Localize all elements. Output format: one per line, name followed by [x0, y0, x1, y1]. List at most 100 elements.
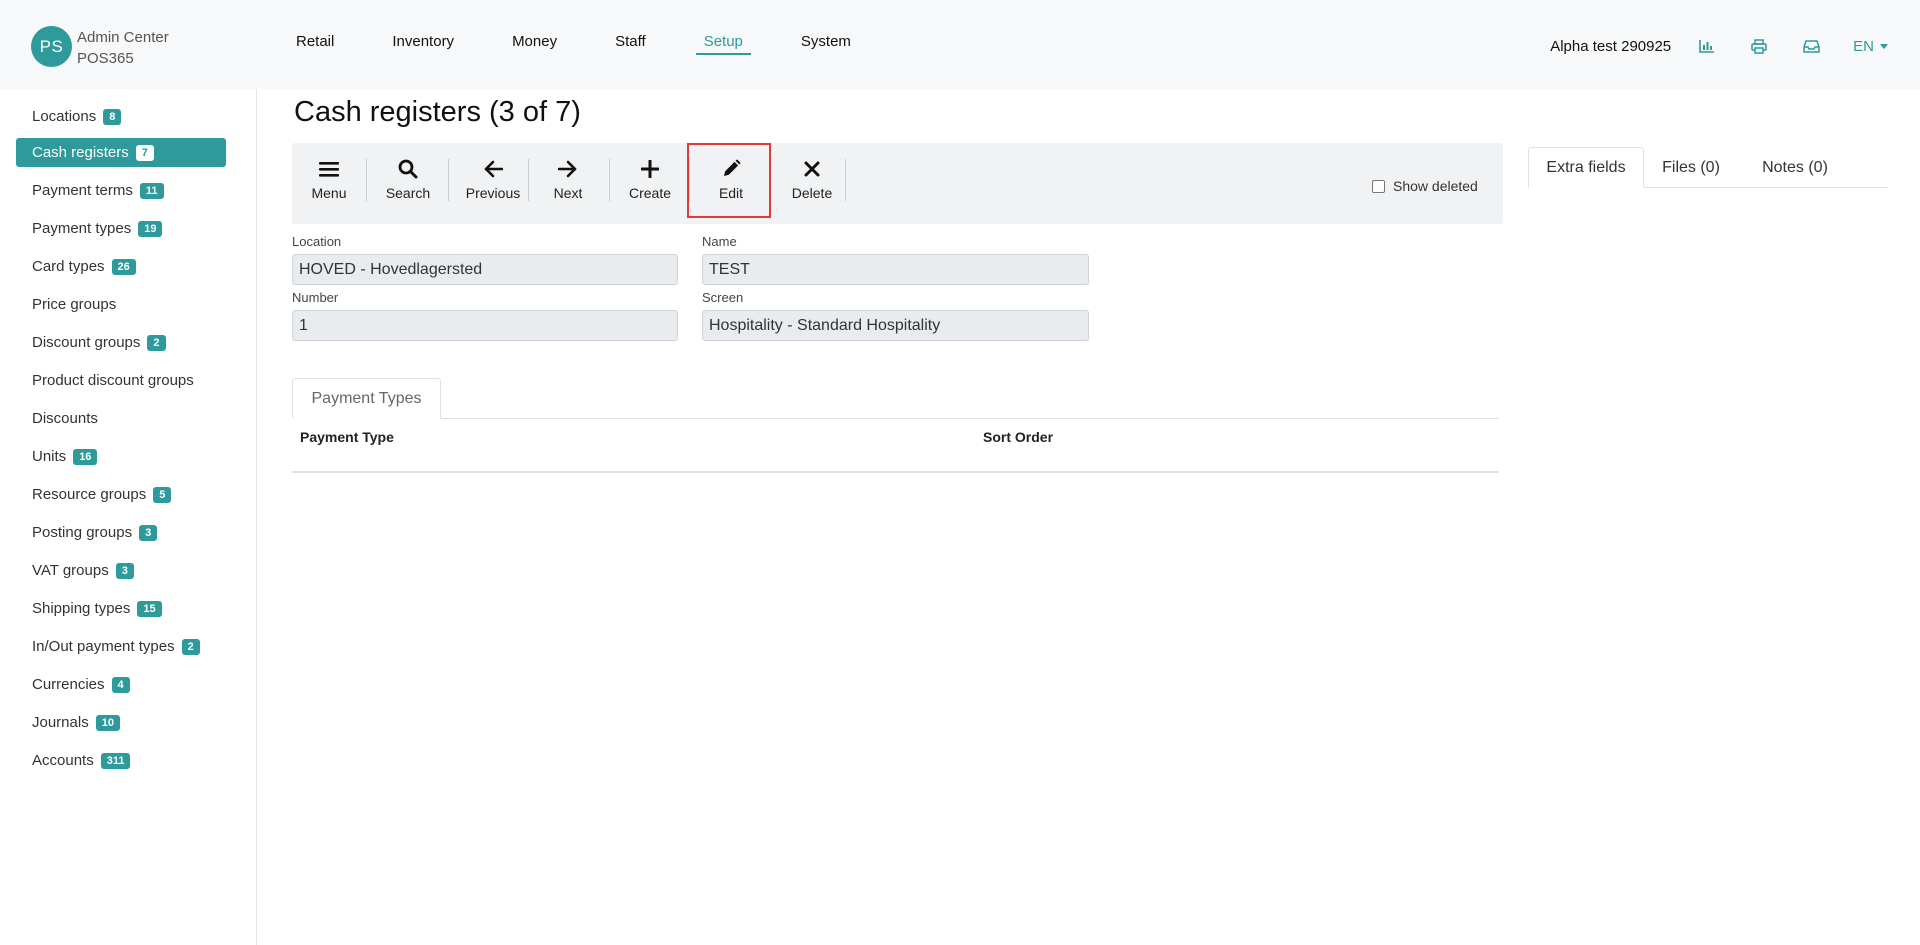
sidebar-item-in-out-payment-types[interactable]: In/Out payment types 2 [16, 632, 226, 661]
screen-field[interactable]: Hospitality - Standard Hospitality [702, 310, 1089, 341]
sidebar-item-resource-groups[interactable]: Resource groups 5 [16, 480, 226, 509]
count-badge: 26 [111, 258, 136, 275]
show-deleted-toggle[interactable]: Show deleted [1372, 178, 1478, 194]
sidebar-item-label: Resource groups [32, 486, 147, 503]
toolbar-divider [609, 159, 610, 201]
sidebar-item-label: Currencies [32, 676, 105, 693]
sidebar-item-label: Price groups [32, 296, 117, 313]
screen-label: Screen [702, 290, 744, 305]
sidebar-item-units[interactable]: Units 16 [16, 442, 226, 471]
count-badge: 7 [135, 144, 154, 161]
column-header-payment-type[interactable]: Payment Type [300, 429, 394, 445]
nav-retail[interactable]: Retail [296, 33, 334, 55]
sidebar-item-label: Shipping types [32, 600, 131, 617]
count-badge: 11 [139, 182, 164, 199]
nav-inventory[interactable]: Inventory [392, 33, 454, 55]
sidebar: Locations 8 Cash registers 7 Payment terms… [0, 89, 257, 945]
count-badge: 16 [73, 448, 98, 465]
tab-notes[interactable]: Notes (0) [1742, 147, 1848, 188]
sidebar-item-locations[interactable]: Locations 8 [16, 102, 226, 131]
sidebar-item-label: In/Out payment types [32, 638, 175, 655]
count-badge: 8 [103, 108, 122, 125]
count-badge: 311 [100, 752, 131, 769]
sidebar-item-cash-registers[interactable]: Cash registers 7 [16, 138, 226, 167]
create-button[interactable]: Create [627, 157, 673, 209]
tab-files[interactable]: Files (0) [1648, 147, 1734, 188]
count-badge: 15 [137, 600, 162, 617]
sidebar-item-label: Payment types [32, 220, 132, 237]
arrow-right-icon [558, 157, 578, 181]
sidebar-item-journals[interactable]: Journals 10 [16, 708, 226, 737]
sidebar-item-label: Units [32, 448, 67, 465]
next-button[interactable]: Next [552, 157, 584, 209]
previous-button[interactable]: Previous [466, 157, 520, 209]
count-badge: 4 [111, 676, 130, 693]
toolbar: Menu Search Previous Next Create Edit De… [292, 143, 1503, 224]
tab-payment-types[interactable]: Payment Types [292, 378, 441, 419]
sidebar-item-accounts[interactable]: Accounts 311 [16, 746, 226, 775]
sidebar-item-label: Locations [32, 108, 97, 125]
avatar[interactable]: PS [31, 26, 72, 67]
sidebar-item-shipping-types[interactable]: Shipping types 15 [16, 594, 226, 623]
nav-setup[interactable]: Setup [695, 33, 751, 55]
sidebar-item-label: Accounts [32, 752, 94, 769]
page-title: Cash registers (3 of 7) [294, 96, 581, 128]
previous-label: Previous [465, 185, 521, 201]
language-label: EN [1853, 37, 1874, 55]
nav-money[interactable]: Money [512, 33, 557, 55]
chevron-down-icon [1880, 43, 1888, 49]
language-dropdown[interactable]: EN [1853, 38, 1888, 55]
create-label: Create [628, 185, 672, 201]
count-badge: 3 [115, 562, 134, 579]
close-icon [804, 157, 820, 181]
show-deleted-label: Show deleted [1393, 178, 1478, 194]
sidebar-item-card-types[interactable]: Card types 26 [16, 252, 226, 281]
sidebar-item-payment-types[interactable]: Payment types 19 [16, 214, 226, 243]
brand-subtitle: POS365 [77, 50, 134, 67]
sidebar-item-payment-terms[interactable]: Payment terms 11 [16, 176, 226, 205]
number-field[interactable]: 1 [292, 310, 678, 341]
sidebar-item-product-discount-groups[interactable]: Product discount groups [16, 366, 226, 395]
search-icon [398, 157, 418, 181]
plus-icon [641, 157, 659, 181]
arrow-left-icon [483, 157, 503, 181]
menu-button[interactable]: Menu [311, 157, 347, 209]
sidebar-item-currencies[interactable]: Currencies 4 [16, 670, 226, 699]
toolbar-divider [366, 159, 367, 201]
search-label: Search [385, 185, 431, 201]
tab-divider [292, 418, 1499, 419]
name-label: Name [702, 234, 737, 249]
sidebar-item-label: Discounts [32, 410, 98, 427]
sidebar-item-price-groups[interactable]: Price groups [16, 290, 226, 319]
main-nav: Retail Inventory Money Staff Setup Syste… [296, 33, 851, 55]
delete-button[interactable]: Delete [788, 157, 836, 209]
sidebar-item-label: Posting groups [32, 524, 133, 541]
sidebar-item-discount-groups[interactable]: Discount groups 2 [16, 328, 226, 357]
tab-extra-fields[interactable]: Extra fields [1528, 147, 1644, 188]
sidebar-item-label: Card types [32, 258, 105, 275]
chart-icon[interactable] [1697, 36, 1717, 56]
sidebar-item-label: VAT groups [32, 562, 109, 579]
location-label: Location [292, 234, 342, 249]
nav-system[interactable]: System [801, 33, 851, 55]
company-name: Alpha test 290925 [1550, 37, 1672, 55]
sidebar-item-vat-groups[interactable]: VAT groups 3 [16, 556, 226, 585]
location-field[interactable]: HOVED - Hovedlagersted [292, 254, 678, 285]
count-badge: 10 [95, 714, 120, 731]
sidebar-item-posting-groups[interactable]: Posting groups 3 [16, 518, 226, 547]
sidebar-item-discounts[interactable]: Discounts [16, 404, 226, 433]
number-label: Number [292, 290, 339, 305]
header-right: Alpha test 290925 EN [1550, 36, 1888, 56]
count-badge: 5 [153, 486, 172, 503]
search-button[interactable]: Search [385, 157, 431, 209]
column-header-sort-order[interactable]: Sort Order [983, 429, 1053, 445]
inbox-icon[interactable] [1801, 36, 1821, 56]
show-deleted-checkbox[interactable] [1372, 179, 1385, 193]
printer-icon[interactable] [1749, 36, 1769, 56]
brand-title: Admin Center [77, 29, 169, 46]
table-divider [292, 471, 1499, 473]
delete-label: Delete [791, 185, 833, 201]
toolbar-divider [448, 159, 449, 201]
name-field[interactable]: TEST [702, 254, 1089, 285]
nav-staff[interactable]: Staff [615, 33, 646, 55]
